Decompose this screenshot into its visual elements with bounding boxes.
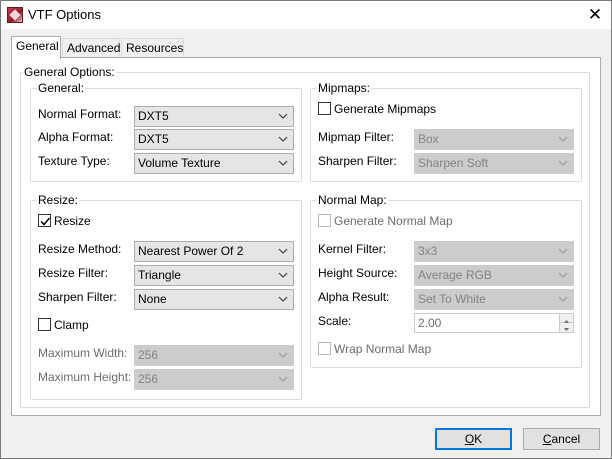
wrap-normal-map-label[interactable]: Wrap Normal Map bbox=[334, 342, 431, 356]
maximum-width-label: Maximum Width: bbox=[38, 346, 128, 360]
resize-filter-label: Resize Filter: bbox=[38, 266, 109, 280]
height-source-select[interactable]: Average RGB bbox=[414, 265, 574, 286]
chevron-down-icon bbox=[278, 374, 288, 384]
arrow-down-icon bbox=[564, 328, 569, 331]
tab-label: General bbox=[16, 39, 59, 53]
clamp-checkbox[interactable] bbox=[38, 318, 51, 331]
normal-format-select[interactable]: DXT5 bbox=[134, 106, 294, 127]
close-button[interactable]: ✕ bbox=[581, 3, 609, 27]
maximum-width-select[interactable]: 256 bbox=[134, 345, 294, 366]
alpha-result-label: Alpha Result: bbox=[318, 290, 390, 304]
cancel-button[interactable]: Cancel bbox=[523, 428, 600, 450]
maximum-height-label: Maximum Height: bbox=[38, 370, 132, 384]
combo-value: Box bbox=[418, 132, 439, 146]
tab-general[interactable]: General bbox=[11, 36, 61, 59]
ok-mnemonic: O bbox=[464, 432, 475, 446]
combo-value: Nearest Power Of 2 bbox=[138, 244, 244, 258]
alpha-format-label: Alpha Format: bbox=[38, 130, 114, 144]
title-bar[interactable]: VTF Options ✕ bbox=[1, 1, 611, 29]
vtf-options-window: VTF Options ✕ General Advanced Resources… bbox=[0, 0, 612, 459]
spin-buttons bbox=[559, 314, 573, 332]
resize-filter-select[interactable]: Triangle bbox=[134, 265, 294, 286]
cancel-label-rest: ancel bbox=[551, 432, 581, 446]
combo-value: None bbox=[138, 292, 167, 306]
group-label: Normal Map: bbox=[317, 193, 388, 207]
spin-down-button[interactable] bbox=[560, 323, 573, 332]
wrap-normal-map-checkbox[interactable] bbox=[318, 342, 331, 355]
close-icon: ✕ bbox=[587, 5, 603, 24]
group-label: Mipmaps: bbox=[317, 81, 372, 95]
generate-normal-map-checkbox[interactable] bbox=[318, 214, 331, 227]
scale-label: Scale: bbox=[318, 314, 352, 328]
combo-value: DXT5 bbox=[138, 109, 169, 123]
tab-label: Advanced bbox=[67, 41, 121, 55]
maximum-height-select[interactable]: 256 bbox=[134, 369, 294, 390]
texture-type-label: Texture Type: bbox=[38, 154, 110, 168]
resize-label[interactable]: Resize bbox=[54, 214, 91, 228]
scale-spinbox[interactable]: 2.00 bbox=[414, 313, 574, 333]
combo-value: 256 bbox=[138, 348, 159, 362]
ok-button[interactable]: OK bbox=[435, 428, 512, 450]
ok-label-rest: K bbox=[474, 432, 483, 446]
chevron-down-icon bbox=[278, 134, 288, 144]
combo-value: Average RGB bbox=[418, 268, 492, 282]
alpha-result-select[interactable]: Set To White bbox=[414, 289, 574, 310]
chevron-down-icon bbox=[278, 294, 288, 304]
resize-method-select[interactable]: Nearest Power Of 2 bbox=[134, 241, 294, 262]
combo-value: 3x3 bbox=[418, 244, 438, 258]
spin-up-button[interactable] bbox=[560, 314, 573, 323]
combo-value: Volume Texture bbox=[138, 156, 221, 170]
chevron-down-icon bbox=[278, 350, 288, 360]
generate-normal-map-label[interactable]: Generate Normal Map bbox=[334, 214, 453, 228]
combo-value: DXT5 bbox=[138, 132, 169, 146]
chevron-down-icon bbox=[558, 134, 568, 144]
tab-resources[interactable]: Resources bbox=[121, 38, 184, 58]
tab-panel-general: General Options: General: Normal Format:… bbox=[11, 57, 601, 416]
chevron-down-icon bbox=[278, 270, 288, 280]
chevron-down-icon bbox=[278, 111, 288, 121]
chevron-down-icon bbox=[558, 158, 568, 168]
resize-checkbox[interactable] bbox=[38, 214, 51, 227]
group-label: General: bbox=[37, 81, 86, 95]
combo-value: Triangle bbox=[138, 268, 181, 282]
generate-mipmaps-checkbox[interactable] bbox=[318, 102, 331, 115]
window-title: VTF Options bbox=[28, 7, 101, 22]
chevron-down-icon bbox=[278, 246, 288, 256]
combo-value: Sharpen Soft bbox=[418, 156, 489, 170]
texture-type-select[interactable]: Volume Texture bbox=[134, 153, 294, 174]
tab-advanced[interactable]: Advanced bbox=[62, 38, 120, 58]
chevron-down-icon bbox=[558, 246, 568, 256]
kernel-filter-select[interactable]: 3x3 bbox=[414, 241, 574, 262]
mipmap-filter-select[interactable]: Box bbox=[414, 129, 574, 150]
combo-value: Set To White bbox=[418, 292, 486, 306]
combo-value: 256 bbox=[138, 372, 159, 386]
mipmap-filter-label: Mipmap Filter: bbox=[318, 130, 395, 144]
alpha-format-select[interactable]: DXT5 bbox=[134, 129, 294, 150]
mipmap-sharpen-filter-label: Sharpen Filter: bbox=[318, 154, 397, 168]
clamp-label[interactable]: Clamp bbox=[54, 318, 89, 332]
resize-sharpen-filter-label: Sharpen Filter: bbox=[38, 290, 117, 304]
chevron-down-icon bbox=[558, 270, 568, 280]
vtf-app-icon bbox=[7, 7, 23, 23]
spin-value: 2.00 bbox=[418, 316, 442, 330]
kernel-filter-label: Kernel Filter: bbox=[318, 242, 387, 256]
mipmap-sharpen-filter-select[interactable]: Sharpen Soft bbox=[414, 153, 574, 174]
height-source-label: Height Source: bbox=[318, 266, 398, 280]
checkmark-icon bbox=[40, 217, 51, 226]
group-label: General Options: bbox=[23, 65, 116, 79]
group-label: Resize: bbox=[37, 193, 80, 207]
chevron-down-icon bbox=[558, 294, 568, 304]
normal-format-label: Normal Format: bbox=[38, 107, 122, 121]
resize-method-label: Resize Method: bbox=[38, 242, 122, 256]
generate-mipmaps-label[interactable]: Generate Mipmaps bbox=[334, 102, 436, 116]
tab-label: Resources bbox=[126, 41, 184, 55]
resize-sharpen-filter-select[interactable]: None bbox=[134, 289, 294, 310]
chevron-down-icon bbox=[278, 158, 288, 168]
